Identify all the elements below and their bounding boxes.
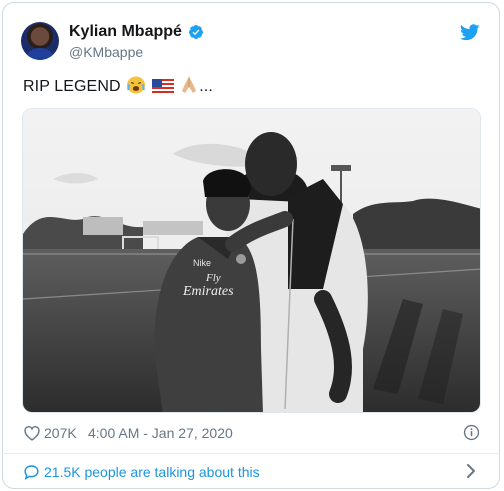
tweet-text: RIP LEGEND ... xyxy=(23,76,213,99)
photo-image: Nike Fly Emirates xyxy=(23,109,480,412)
tweet-photo[interactable]: Nike Fly Emirates xyxy=(22,108,481,413)
info-icon[interactable] xyxy=(463,424,480,441)
shirt-brand-logo: Nike xyxy=(193,258,211,268)
tweet-body: RIP LEGEND xyxy=(23,78,121,95)
sponsor-line-1: Fly xyxy=(205,272,221,284)
crying-face-emoji-icon xyxy=(126,76,146,99)
author-name[interactable]: Kylian Mbappé xyxy=(69,23,182,41)
twitter-bird-icon[interactable] xyxy=(460,24,480,41)
us-flag-emoji-icon xyxy=(151,78,174,99)
tweet-timestamp[interactable]: 4:00 AM - Jan 27, 2020 xyxy=(88,425,233,441)
tweet-ellipsis: ... xyxy=(199,78,213,95)
sponsor-line-2: Emirates xyxy=(182,284,234,299)
verified-badge-icon xyxy=(188,25,203,39)
footer-divider xyxy=(2,453,500,454)
heart-icon[interactable] xyxy=(23,425,41,441)
speech-bubble-icon[interactable] xyxy=(23,464,40,480)
author-handle[interactable]: @KMbappe xyxy=(69,44,143,60)
author-avatar[interactable] xyxy=(21,22,59,60)
like-count[interactable]: 207K xyxy=(44,425,77,441)
chevron-right-icon[interactable] xyxy=(466,463,476,479)
folded-hands-emoji-icon xyxy=(179,76,199,99)
conversation-link[interactable]: 21.5K people are talking about this xyxy=(44,464,260,480)
